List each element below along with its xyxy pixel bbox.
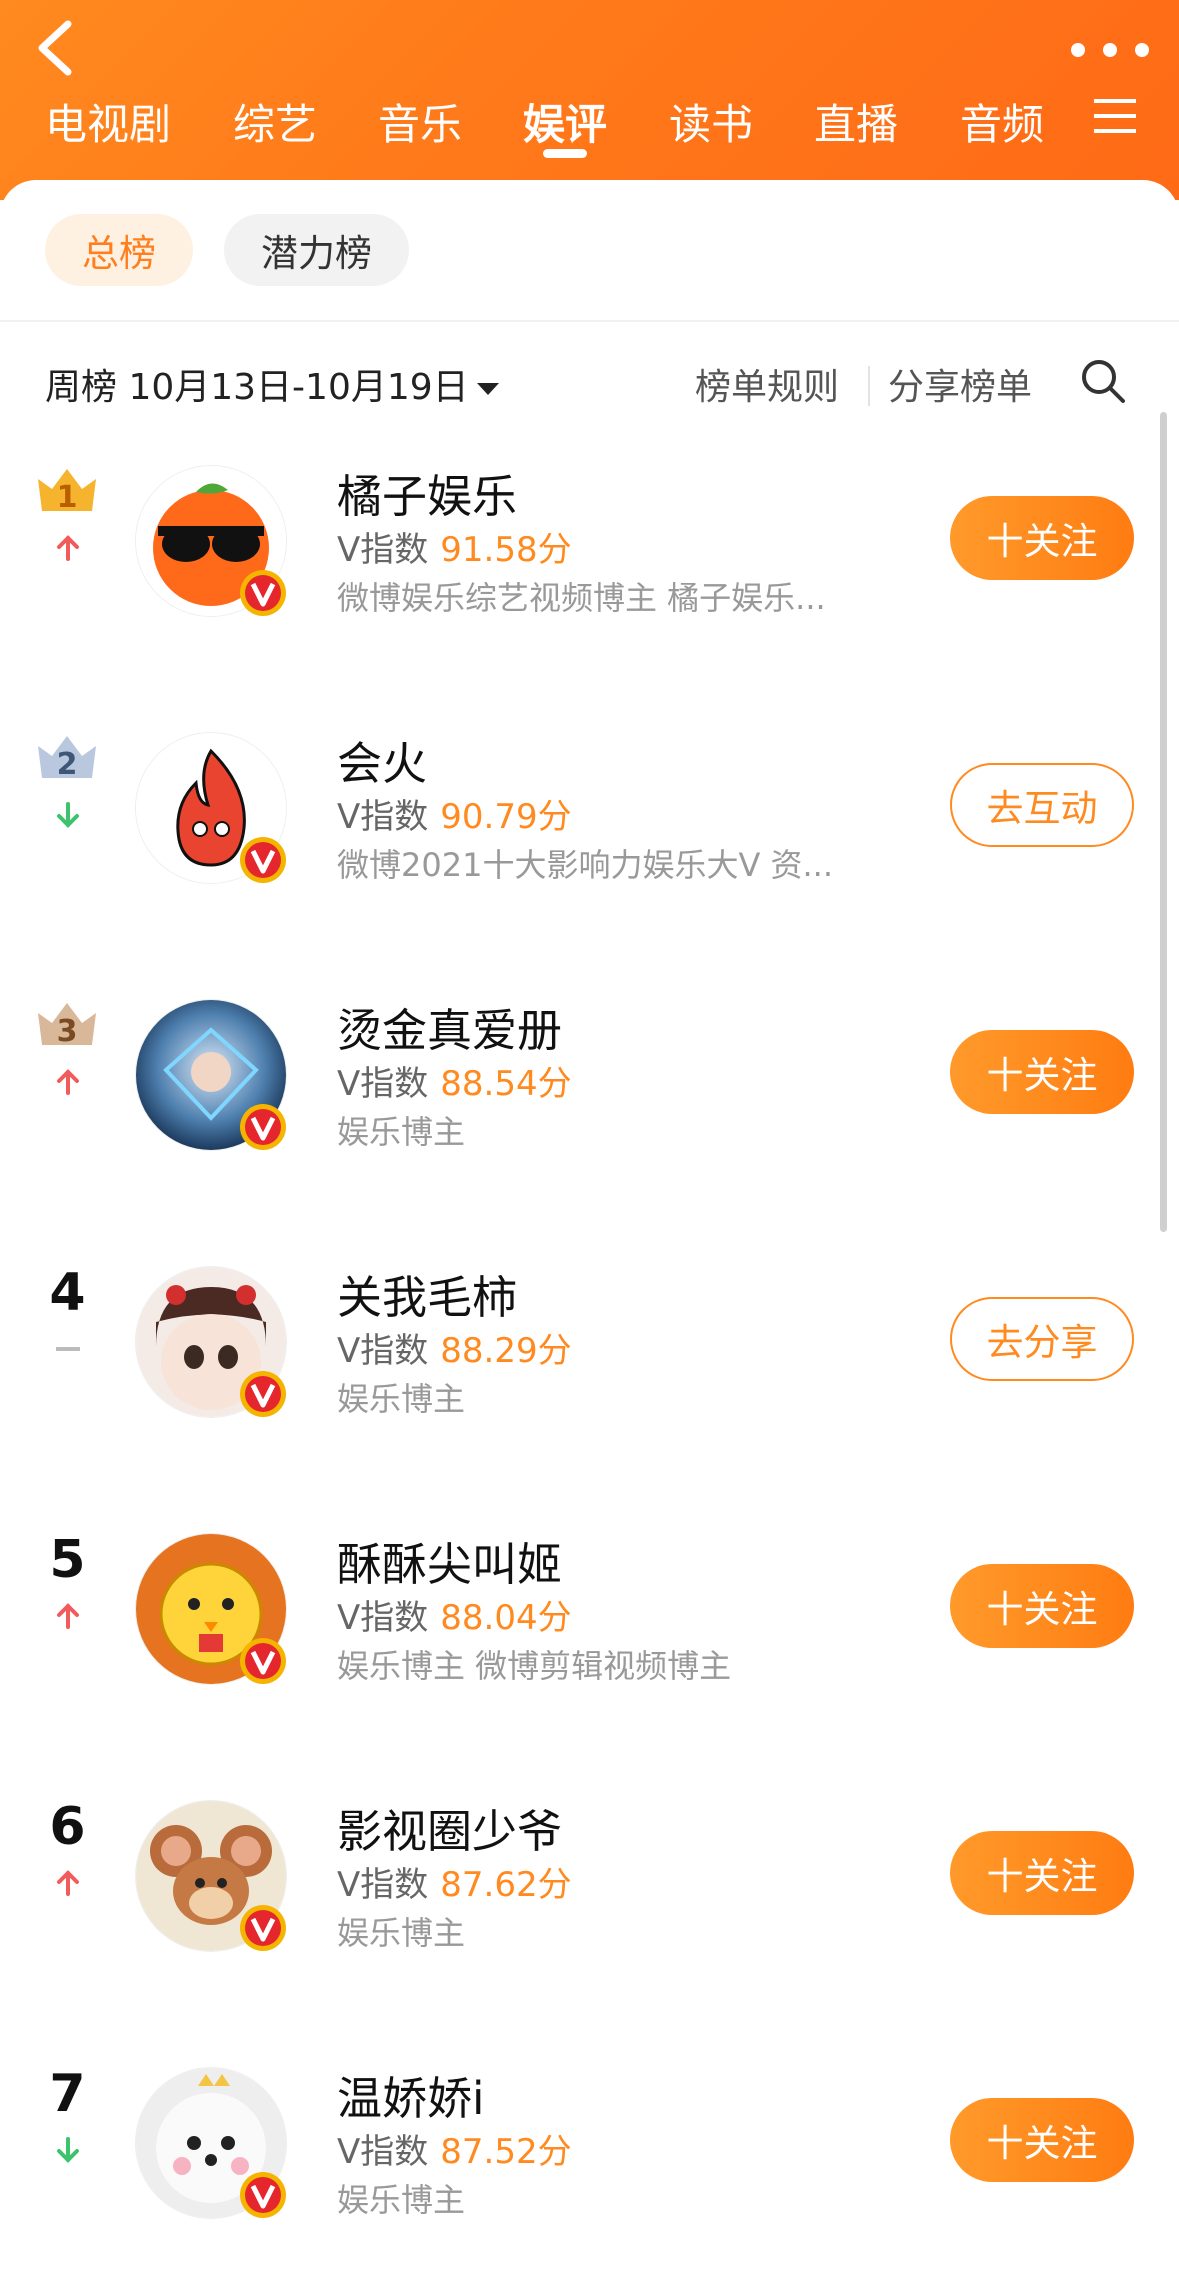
verified-v-icon <box>240 570 286 616</box>
trend-up-icon <box>57 1870 79 1896</box>
trend-up-icon <box>57 1603 79 1629</box>
blogger-description: 娱乐博主 微博剪辑视频博主 <box>337 1647 732 1685</box>
avatar[interactable] <box>135 1266 287 1418</box>
tab-tv[interactable]: 电视剧 <box>28 85 188 180</box>
filter-row: 总榜 潜力榜 <box>0 180 1179 322</box>
filter-total-chip[interactable]: 总榜 <box>45 214 193 286</box>
rank-area: 1 <box>20 410 115 610</box>
rank-area: 5 <box>20 1478 115 1678</box>
blogger-name[interactable]: 影视圈少爷 <box>337 1795 562 1860</box>
list-item[interactable]: 1 橘子娱乐 V指数 91.58分 微博娱乐综艺视频博主 橘子娱乐... 十关注 <box>0 410 1179 677</box>
rank-number: 3 <box>57 1014 78 1049</box>
list-item[interactable]: 4 关我毛柿 V指数 88.29分 娱乐博主 去分享 <box>0 1211 1179 1478</box>
list-item[interactable]: 2 会火 V指数 90.79分 微博2021十大影响力娱乐大V 资... 去互动 <box>0 677 1179 944</box>
list-item[interactable]: 3 烫金真爱册 V指数 88.54分 娱乐博主 十关注 <box>0 944 1179 1211</box>
avatar[interactable] <box>135 999 287 1151</box>
avatar[interactable] <box>135 1533 287 1685</box>
rank-area: 3 <box>20 944 115 1144</box>
caret-down-icon <box>476 383 499 395</box>
period-selector[interactable]: 周榜 10月13日-10月19日 <box>45 358 499 410</box>
tab-music[interactable]: 音乐 <box>345 85 495 180</box>
v-index: V指数 88.29分 <box>337 1331 572 1371</box>
rank-number: 6 <box>49 1797 86 1857</box>
follow-button[interactable]: 十关注 <box>950 1030 1134 1114</box>
blogger-description: 娱乐博主 <box>337 1380 466 1418</box>
verified-v-icon <box>240 837 286 883</box>
follow-button[interactable]: 十关注 <box>950 496 1134 580</box>
filter-potential-chip[interactable]: 潜力榜 <box>224 214 409 286</box>
v-index: V指数 90.79分 <box>337 797 572 837</box>
rank-area: 4 <box>20 1211 115 1411</box>
blogger-name[interactable]: 关我毛柿 <box>337 1261 517 1326</box>
more-options-icon[interactable] <box>1060 20 1160 80</box>
verified-v-icon <box>240 1104 286 1150</box>
avatar[interactable] <box>135 1800 287 1952</box>
menu-icon[interactable] <box>1092 96 1138 136</box>
v-index: V指数 88.04分 <box>337 1598 572 1638</box>
trend-flat-icon <box>56 1347 80 1351</box>
tab-variety[interactable]: 综艺 <box>200 85 350 180</box>
verified-v-icon <box>240 1371 286 1417</box>
avatar[interactable] <box>135 465 287 617</box>
rank-number: 2 <box>57 747 78 782</box>
avatar[interactable] <box>135 732 287 884</box>
blogger-description: 微博2021十大影响力娱乐大V 资... <box>337 846 834 884</box>
tab-reading[interactable]: 读书 <box>636 85 786 180</box>
blogger-name[interactable]: 温娇娇i <box>337 2062 485 2127</box>
rank-area: 6 <box>20 1745 115 1945</box>
rank-number: 7 <box>49 2064 86 2124</box>
avatar[interactable] <box>135 2067 287 2219</box>
gold-crown-icon: 1 <box>38 469 96 515</box>
top-header: 电视剧 综艺 音乐 娱评 读书 直播 音频 <box>0 0 1179 200</box>
list-item[interactable]: 7 温娇娇i V指数 87.52分 娱乐博主 十关注 <box>0 2012 1179 2279</box>
tab-live[interactable]: 直播 <box>781 85 931 180</box>
trend-down-icon <box>57 2137 79 2163</box>
rank-area: 2 <box>20 677 115 877</box>
rank-area: 7 <box>20 2012 115 2212</box>
list-item[interactable]: 6 影视圈少爷 V指数 87.62分 娱乐博主 十关注 <box>0 1745 1179 2012</box>
share-list-link[interactable]: 分享榜单 <box>888 358 1032 410</box>
follow-button[interactable]: 十关注 <box>950 2098 1134 2182</box>
blogger-name[interactable]: 酥酥尖叫姬 <box>337 1528 562 1593</box>
rank-number: 5 <box>49 1530 86 1590</box>
rank-number: 1 <box>57 480 78 515</box>
share-button[interactable]: 去分享 <box>950 1297 1134 1381</box>
rules-link[interactable]: 榜单规则 <box>695 358 839 410</box>
bronze-crown-icon: 3 <box>38 1003 96 1049</box>
blogger-name[interactable]: 烫金真爱册 <box>337 994 562 1059</box>
v-index: V指数 87.62分 <box>337 1865 572 1905</box>
verified-v-icon <box>240 1905 286 1951</box>
silver-crown-icon: 2 <box>38 736 96 782</box>
verified-v-icon <box>240 1638 286 1684</box>
list-item[interactable]: 5 酥酥尖叫姬 V指数 88.04分 娱乐博主 微博剪辑视频博主 十关注 <box>0 1478 1179 1745</box>
verified-v-icon <box>240 2172 286 2218</box>
active-tab-indicator <box>543 149 587 158</box>
trend-up-icon <box>57 535 79 561</box>
v-index: V指数 91.58分 <box>337 530 572 570</box>
divider <box>868 366 870 406</box>
back-arrow-icon[interactable] <box>30 18 90 78</box>
blogger-description: 微博娱乐综艺视频博主 橘子娱乐... <box>337 579 826 617</box>
trend-up-icon <box>57 1069 79 1095</box>
blogger-description: 娱乐博主 <box>337 1113 466 1151</box>
blogger-description: 娱乐博主 <box>337 2181 466 2219</box>
tab-audio[interactable]: 音频 <box>927 85 1077 180</box>
trend-down-icon <box>57 802 79 828</box>
tab-ent-review[interactable]: 娱评 <box>490 85 640 180</box>
rank-number: 4 <box>49 1263 86 1323</box>
category-tabs: 电视剧 综艺 音乐 娱评 读书 直播 音频 <box>0 85 1179 180</box>
search-icon[interactable] <box>1078 356 1128 406</box>
follow-button[interactable]: 十关注 <box>950 1564 1134 1648</box>
blogger-name[interactable]: 会火 <box>337 727 427 792</box>
interact-button[interactable]: 去互动 <box>950 763 1134 847</box>
v-index: V指数 88.54分 <box>337 1064 572 1104</box>
v-index: V指数 87.52分 <box>337 2132 572 2172</box>
blogger-name[interactable]: 橘子娱乐 <box>337 460 517 525</box>
blogger-description: 娱乐博主 <box>337 1914 466 1952</box>
follow-button[interactable]: 十关注 <box>950 1831 1134 1915</box>
